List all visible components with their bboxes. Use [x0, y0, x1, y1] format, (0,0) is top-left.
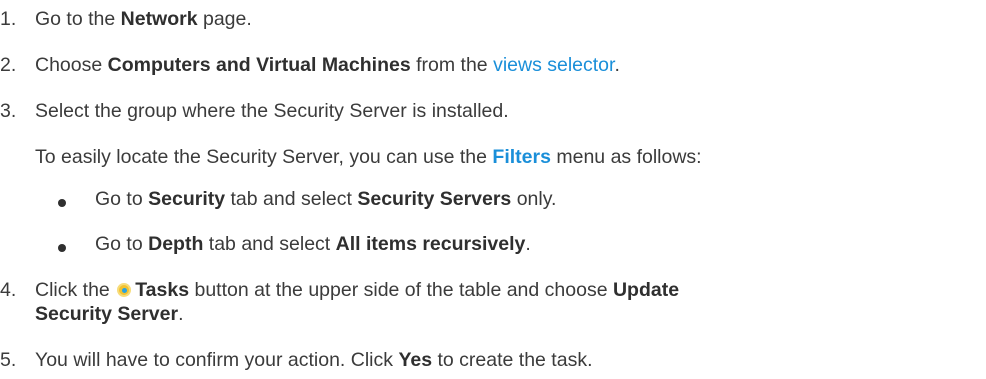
- security-tab-label: Security: [148, 188, 226, 210]
- step-text: button at the upper side of the table an…: [189, 279, 613, 301]
- bullet-text: tab and select: [203, 233, 336, 255]
- step-text: page.: [197, 8, 252, 30]
- bullet-dot: [58, 199, 66, 207]
- yes-label: Yes: [398, 349, 433, 371]
- step-text: Go to the: [35, 8, 121, 30]
- step-text: Choose: [35, 54, 108, 76]
- step-text: .: [614, 54, 620, 76]
- bullet-text: Go to: [95, 233, 149, 255]
- security-servers-label: Security Servers: [357, 188, 512, 210]
- depth-tab-label: Depth: [148, 233, 204, 255]
- step-2: 2. Choose Computers and Virtual Machines …: [0, 53, 620, 77]
- bullet-text: .: [525, 233, 531, 255]
- bullet-text: only.: [511, 188, 557, 210]
- step-number: 4.: [0, 279, 17, 301]
- step-text: from the: [410, 54, 494, 76]
- bullet-text: tab and select: [225, 188, 358, 210]
- bullet-item-security: Go to Security tab and select Security S…: [95, 187, 556, 211]
- step-5: 5. You will have to confirm your action. …: [0, 348, 592, 372]
- bullet-dot: [58, 244, 66, 252]
- step-text: Select the group where the Security Serv…: [35, 100, 509, 122]
- tasks-icon: [117, 283, 132, 297]
- step-number: 3.: [0, 100, 17, 122]
- step-text: to create the task.: [432, 349, 593, 371]
- instructions-document: 1. Go to the Network page. 2. Choose Compu…: [0, 0, 986, 379]
- step-text: You will have to confirm your action. Cl…: [35, 349, 399, 371]
- computers-vm-label: Computers and Virtual Machines: [107, 54, 411, 76]
- step-4-continued: Security Server.: [35, 302, 184, 326]
- network-label: Network: [120, 8, 198, 30]
- filters-link[interactable]: Filters: [492, 146, 551, 168]
- all-items-recursively-label: All items recursively: [335, 233, 526, 255]
- bullet-text: Go to: [95, 188, 149, 210]
- step-text: Click the: [35, 279, 116, 301]
- step-1: 1. Go to the Network page.: [0, 7, 252, 31]
- step-text: .: [178, 303, 184, 325]
- step-number: 1.: [0, 8, 17, 30]
- tasks-label: Tasks: [135, 279, 190, 301]
- step-number: 2.: [0, 54, 17, 76]
- filters-note: To easily locate the Security Server, yo…: [35, 145, 702, 169]
- views-selector-link[interactable]: views selector: [493, 54, 614, 76]
- bullet-item-depth: Go to Depth tab and select All items rec…: [95, 232, 531, 256]
- note-text: menu as follows:: [550, 146, 702, 168]
- step-number: 5.: [0, 349, 17, 371]
- security-server-label: Security Server: [35, 303, 179, 325]
- note-text: To easily locate the Security Server, yo…: [35, 146, 493, 168]
- step-3: 3. Select the group where the Security Se…: [0, 99, 509, 123]
- step-4: 4. Click the Tasks button at the upper si…: [0, 278, 679, 302]
- update-label: Update: [612, 279, 680, 301]
